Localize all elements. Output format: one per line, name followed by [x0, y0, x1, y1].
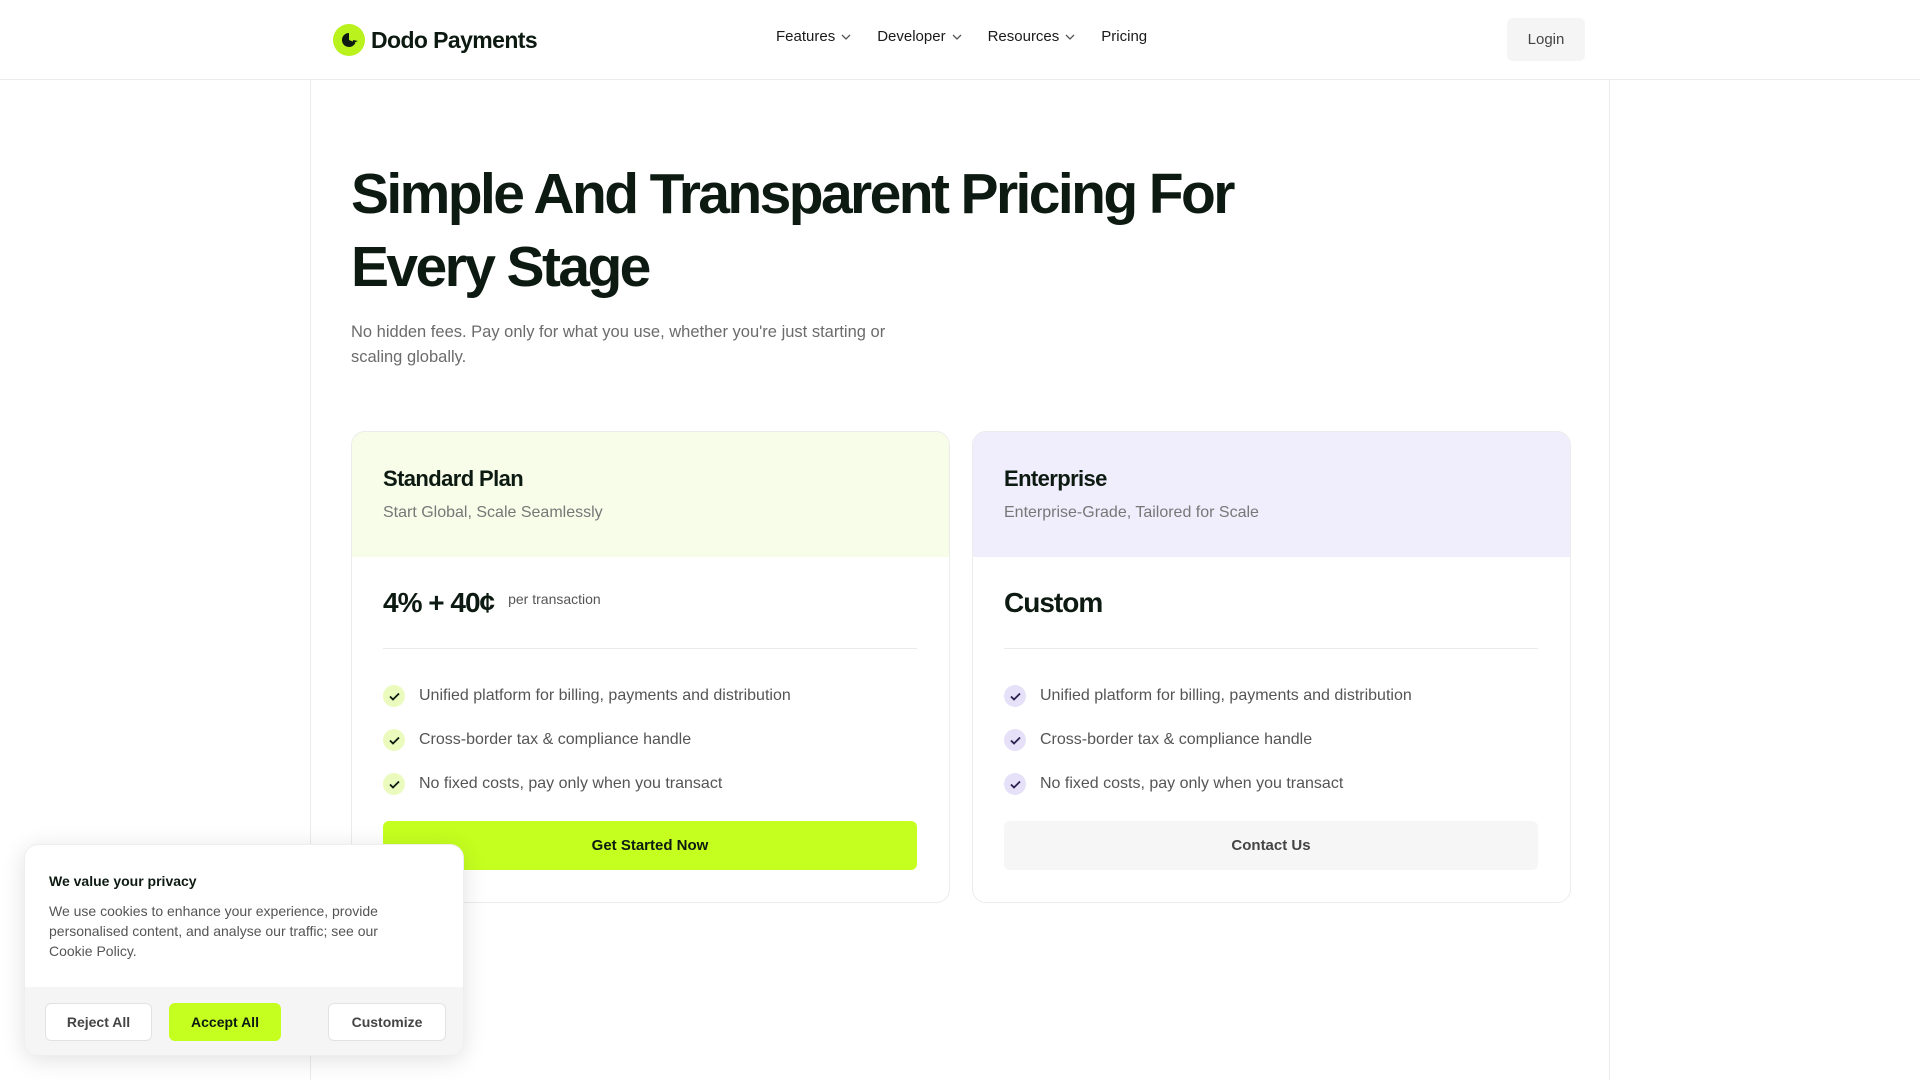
plan-features: Unified platform for billing, payments a…: [1004, 674, 1412, 806]
standard-plan-card: Standard Plan Start Global, Scale Seamle…: [351, 431, 950, 903]
check-icon: [1004, 773, 1026, 795]
feature-text: No fixed costs, pay only when you transa…: [1040, 775, 1344, 792]
feature-text: No fixed costs, pay only when you transa…: [419, 775, 723, 792]
check-icon: [383, 773, 405, 795]
nav-features[interactable]: Features: [776, 28, 851, 45]
customize-button[interactable]: Customize: [328, 1003, 446, 1041]
divider: [1004, 648, 1538, 649]
site-header: Dodo Payments Features Developer Resourc…: [0, 0, 1920, 80]
frame-line-right: [1609, 80, 1610, 1080]
plan-tagline: Start Global, Scale Seamlessly: [383, 504, 603, 521]
reject-all-button[interactable]: Reject All: [45, 1003, 152, 1041]
feature-text: Cross-border tax & compliance handle: [419, 731, 692, 748]
page-title: Simple And Transparent Pricing For Every…: [351, 162, 1235, 299]
feature-item: No fixed costs, pay only when you transa…: [1004, 762, 1412, 806]
brand-name: Dodo Payments: [371, 26, 538, 53]
check-icon: [383, 729, 405, 751]
brand-logo[interactable]: Dodo Payments: [333, 22, 538, 58]
nav-developer[interactable]: Developer: [877, 28, 962, 45]
chevron-down-icon: [1065, 34, 1075, 40]
chevron-down-icon: [952, 34, 962, 40]
plan-price-unit: per transaction: [508, 591, 601, 607]
main-nav: Features Developer Resources Pricing: [776, 28, 1173, 45]
plan-price: Custom: [1004, 587, 1103, 618]
nav-pricing[interactable]: Pricing: [1101, 28, 1147, 45]
nav-resources-label: Resources: [987, 28, 1060, 45]
feature-item: No fixed costs, pay only when you transa…: [383, 762, 791, 806]
plan-price: 4% + 40¢: [383, 587, 495, 618]
nav-features-label: Features: [776, 28, 836, 45]
page-subtitle: No hidden fees. Pay only for what you us…: [351, 323, 886, 366]
plan-price-row: 4% + 40¢ per transaction: [383, 587, 601, 619]
check-icon: [1004, 685, 1026, 707]
divider: [383, 648, 917, 649]
accept-all-button[interactable]: Accept All: [169, 1003, 281, 1041]
plan-header: Enterprise Enterprise-Grade, Tailored fo…: [973, 432, 1570, 557]
plan-tagline: Enterprise-Grade, Tailored for Scale: [1004, 504, 1259, 521]
cookie-banner: We value your privacy We use cookies to …: [24, 844, 464, 1056]
login-button[interactable]: Login: [1507, 18, 1585, 61]
enterprise-plan-card: Enterprise Enterprise-Grade, Tailored fo…: [972, 431, 1571, 903]
check-icon: [1004, 729, 1026, 751]
cookie-text: We use cookies to enhance your experienc…: [49, 903, 378, 959]
chevron-down-icon: [841, 34, 851, 40]
plan-features: Unified platform for billing, payments a…: [383, 674, 791, 806]
plan-header: Standard Plan Start Global, Scale Seamle…: [352, 432, 949, 557]
feature-item: Unified platform for billing, payments a…: [1004, 674, 1412, 718]
contact-us-button[interactable]: Contact Us: [1004, 821, 1538, 870]
feature-item: Cross-border tax & compliance handle: [383, 718, 791, 762]
feature-item: Unified platform for billing, payments a…: [383, 674, 791, 718]
nav-resources[interactable]: Resources: [988, 28, 1076, 45]
plan-price-row: Custom: [1004, 587, 1103, 619]
feature-item: Cross-border tax & compliance handle: [1004, 718, 1412, 762]
nav-pricing-label: Pricing: [1101, 28, 1148, 45]
nav-developer-label: Developer: [877, 28, 946, 45]
check-icon: [383, 685, 405, 707]
plan-name: Standard Plan: [383, 466, 524, 491]
cookie-title: We value your privacy: [49, 873, 197, 889]
dodo-bird-icon: [333, 24, 365, 56]
plan-name: Enterprise: [1004, 466, 1107, 491]
feature-text: Unified platform for billing, payments a…: [419, 687, 791, 704]
feature-text: Cross-border tax & compliance handle: [1040, 731, 1313, 748]
feature-text: Unified platform for billing, payments a…: [1040, 687, 1412, 704]
